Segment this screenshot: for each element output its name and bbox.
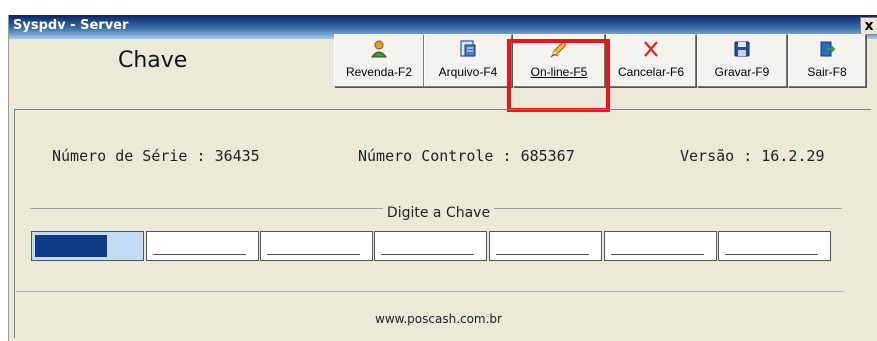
save-icon bbox=[734, 41, 750, 57]
highlight-box bbox=[507, 39, 610, 112]
key-field-2[interactable] bbox=[146, 231, 259, 261]
key-field-3[interactable] bbox=[260, 231, 373, 261]
key-field-7[interactable] bbox=[718, 231, 831, 261]
sair-button[interactable]: Sair-F8 bbox=[788, 34, 866, 87]
exit-icon bbox=[820, 41, 836, 57]
key-field-underline bbox=[496, 254, 589, 255]
key-field-selection bbox=[35, 235, 107, 257]
footer-url: www.poscash.com.br bbox=[375, 312, 502, 326]
key-field-underline bbox=[611, 254, 704, 255]
serial-label: Número de Série : bbox=[52, 147, 206, 165]
control-label: Número Controle : bbox=[358, 147, 512, 165]
control-number: Número Controle : 685367 bbox=[358, 147, 575, 165]
main-panel bbox=[14, 109, 871, 338]
gravar-button-label: Gravar-F9 bbox=[714, 65, 770, 79]
control-value: 685367 bbox=[520, 147, 575, 165]
key-prompt-text: Digite a Chave bbox=[382, 205, 495, 221]
key-field-4[interactable] bbox=[374, 231, 487, 261]
serial-value: 36435 bbox=[214, 147, 260, 165]
sair-button-label: Sair-F8 bbox=[807, 65, 847, 79]
version-label: Versão : bbox=[680, 147, 753, 165]
revenda-button-label: Revenda-F2 bbox=[345, 65, 413, 79]
cancelar-button[interactable]: Cancelar-F6 bbox=[606, 34, 696, 87]
key-field-1[interactable] bbox=[31, 231, 144, 261]
file-icon bbox=[460, 40, 476, 57]
key-field-underline bbox=[725, 254, 818, 255]
key-field-underline bbox=[153, 254, 246, 255]
key-field-6[interactable] bbox=[604, 231, 717, 261]
arquivo-button[interactable]: Arquivo-F4 bbox=[424, 34, 512, 87]
key-prompt: Digite a Chave bbox=[0, 205, 877, 221]
cancel-icon bbox=[644, 41, 658, 57]
version: Versão : 16.2.29 bbox=[680, 147, 825, 165]
page-title: Chave bbox=[118, 48, 188, 73]
serial-number: Número de Série : 36435 bbox=[52, 147, 260, 165]
close-button[interactable]: x bbox=[860, 17, 877, 35]
window-title: Syspdv - Server bbox=[13, 18, 129, 33]
key-field-underline bbox=[381, 254, 474, 255]
cancelar-button-label: Cancelar-F6 bbox=[617, 65, 685, 79]
arquivo-button-label: Arquivo-F4 bbox=[438, 65, 498, 79]
key-field-5[interactable] bbox=[489, 231, 602, 261]
user-icon bbox=[371, 40, 387, 58]
version-value: 16.2.29 bbox=[761, 147, 825, 165]
footer-divider bbox=[16, 291, 844, 292]
gravar-button[interactable]: Gravar-F9 bbox=[697, 34, 787, 87]
revenda-button[interactable]: Revenda-F2 bbox=[334, 34, 424, 87]
key-field-underline bbox=[267, 254, 360, 255]
